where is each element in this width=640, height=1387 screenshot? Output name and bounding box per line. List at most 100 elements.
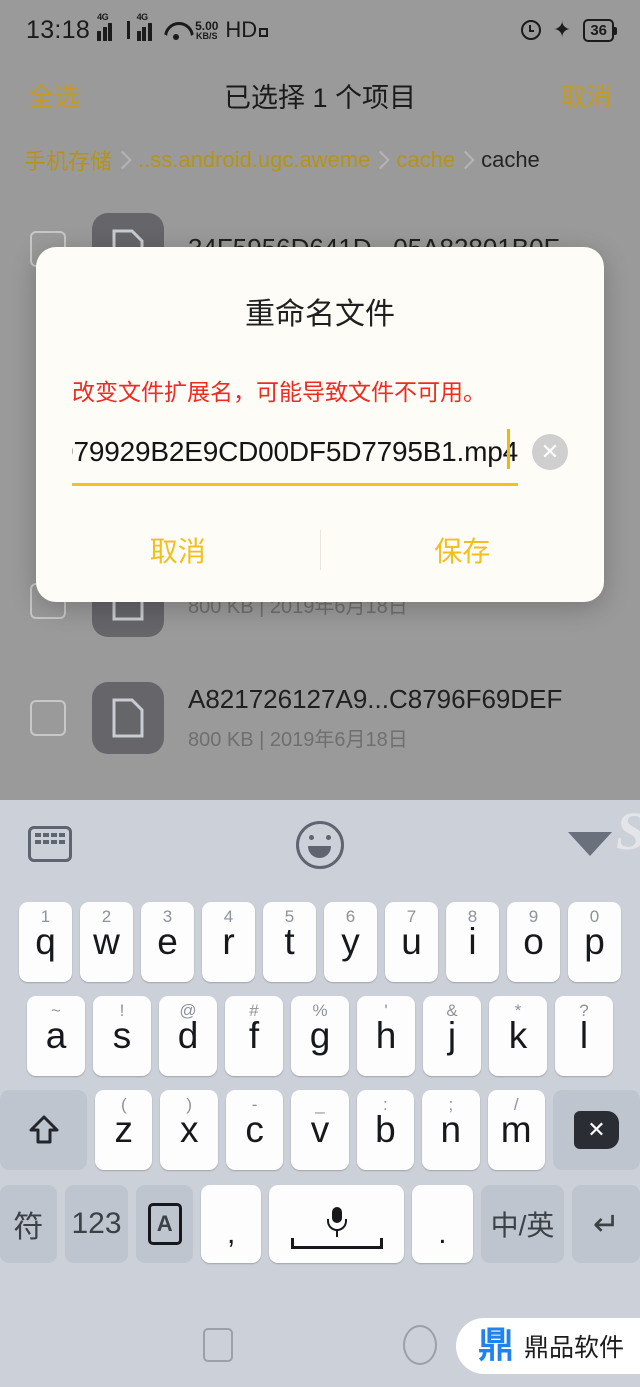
file-glyph xyxy=(112,698,144,737)
symbols-key[interactable]: 符 xyxy=(0,1185,57,1263)
signal-divider xyxy=(126,21,130,39)
keyboard-icon[interactable] xyxy=(28,826,72,862)
key-label: c xyxy=(245,1109,264,1150)
enter-key[interactable]: ↵ xyxy=(572,1185,640,1263)
dialog-cancel-button[interactable]: 取消 xyxy=(36,530,320,570)
keyboard-row-2: ~ a ! s @ d # f % g ' h & j * k ? l xyxy=(0,989,640,1083)
key-sup: 0 xyxy=(589,907,600,926)
key-sup: ' xyxy=(384,1001,388,1020)
emoji-icon[interactable] xyxy=(296,821,344,869)
key-sup: - xyxy=(251,1095,258,1114)
soft-keyboard: S 1q 2w 3e 4r 5t 6y 7u 8i 9o 0p ~a !s @d… xyxy=(0,800,640,1302)
breadcrumb-item-1[interactable]: ..ss.android.ugc.aweme xyxy=(138,147,396,173)
key-s[interactable]: ! s xyxy=(93,996,151,1076)
breadcrumb[interactable]: 手机存储 ..ss.android.ugc.aweme cache cache xyxy=(0,132,640,188)
key-label: n xyxy=(440,1109,462,1150)
file-info: A821726127A9...C8796F69DEF 800 KB | 2019… xyxy=(188,684,562,752)
bluetooth-icon: ✦ xyxy=(552,17,572,42)
backspace-key[interactable]: ✕ xyxy=(552,1090,640,1170)
key-d[interactable]: @ d xyxy=(159,996,217,1076)
key-y[interactable]: 6y xyxy=(324,902,377,982)
key-m[interactable]: / m xyxy=(487,1090,545,1170)
key-a[interactable]: ~ a xyxy=(27,996,85,1076)
key-h[interactable]: ' h xyxy=(357,996,415,1076)
dialog-save-button[interactable]: 保存 xyxy=(321,530,605,570)
key-z[interactable]: (z xyxy=(95,1090,153,1170)
comma-key[interactable]: , xyxy=(201,1185,262,1263)
key-label: k xyxy=(508,1015,528,1056)
hd-label: HD xyxy=(225,17,258,42)
key-j[interactable]: & j xyxy=(423,996,481,1076)
key-label: q xyxy=(35,921,56,962)
breadcrumb-item-0[interactable]: 手机存储 xyxy=(24,144,138,176)
table-row[interactable]: A821726127A9...C8796F69DEF 800 KB | 2019… xyxy=(0,665,640,770)
dingpin-logo-icon: 鼎 xyxy=(477,1325,514,1366)
key-sup: 6 xyxy=(345,907,356,926)
key-u[interactable]: 7u xyxy=(385,902,438,982)
clear-input-icon[interactable]: ✕ xyxy=(532,433,568,470)
file-icon xyxy=(92,681,164,754)
key-label: h xyxy=(375,1015,397,1056)
key-v[interactable]: _ v xyxy=(291,1090,349,1170)
recents-square-icon[interactable] xyxy=(203,1327,233,1362)
key-w[interactable]: 2w xyxy=(80,902,133,982)
keyboard-row-3: (z ) x -c _ v :b ; n / m ✕ xyxy=(0,1083,640,1177)
app-bar: 全选 已选择 1 个项目 取消 xyxy=(0,60,640,130)
key-label: z xyxy=(114,1109,134,1150)
key-c[interactable]: -c xyxy=(225,1090,284,1170)
key-label: w xyxy=(93,921,120,962)
key-x[interactable]: ) x xyxy=(160,1090,218,1170)
period-key[interactable]: . xyxy=(412,1185,473,1263)
dialog-title: 重命名文件 xyxy=(245,298,395,331)
signal-generation-label-2: 4G xyxy=(136,12,149,22)
breadcrumb-item-2[interactable]: cache xyxy=(396,147,481,173)
home-circle-icon[interactable] xyxy=(403,1324,437,1365)
key-e[interactable]: 3e xyxy=(141,902,194,982)
key-sup: & xyxy=(446,1001,458,1020)
shift-key[interactable] xyxy=(0,1090,88,1170)
key-label: x xyxy=(179,1109,199,1150)
space-underline xyxy=(290,1238,383,1249)
space-key[interactable] xyxy=(269,1185,405,1263)
key-sup: 2 xyxy=(101,907,112,926)
filename-input-wrap[interactable]: ✕ xyxy=(72,421,568,483)
navigation-bar: 鼎 鼎品软件 xyxy=(0,1302,640,1387)
select-all-button[interactable]: 全选 xyxy=(28,77,80,114)
alarm-icon xyxy=(520,20,541,40)
key-label: g xyxy=(309,1015,331,1056)
row-checkbox[interactable] xyxy=(30,699,66,736)
key-label: y xyxy=(341,921,360,962)
chevron-down-icon[interactable] xyxy=(568,832,612,856)
language-toggle-key[interactable]: 中/英 xyxy=(480,1185,565,1263)
file-name: A821726127A9...C8796F69DEF xyxy=(188,683,563,714)
key-k[interactable]: * k xyxy=(489,996,547,1076)
numbers-key[interactable]: 123 xyxy=(64,1185,129,1263)
key-label: f xyxy=(248,1015,260,1056)
key-b[interactable]: :b xyxy=(356,1090,415,1170)
key-sup: @ xyxy=(179,1001,197,1020)
key-q[interactable]: 1q xyxy=(19,902,72,982)
key-p[interactable]: 0p xyxy=(568,902,621,982)
key-sup: _ xyxy=(315,1095,325,1114)
input-method-key[interactable]: A xyxy=(136,1185,194,1263)
key-n[interactable]: ; n xyxy=(422,1090,480,1170)
key-i[interactable]: 8i xyxy=(446,902,499,982)
key-sup: ! xyxy=(119,1001,125,1020)
key-f[interactable]: # f xyxy=(225,996,283,1076)
key-r[interactable]: 4r xyxy=(202,902,255,982)
file-meta: 800 KB | 2019年6月18日 xyxy=(188,728,408,751)
page-title: 已选择 1 个项目 xyxy=(223,82,417,113)
key-sup: 5 xyxy=(284,907,295,926)
key-label: a xyxy=(45,1015,67,1056)
key-g[interactable]: % g xyxy=(291,996,349,1076)
key-label: m xyxy=(500,1109,532,1150)
breadcrumb-item-3[interactable]: cache xyxy=(481,147,566,173)
key-label: e xyxy=(157,921,178,962)
cancel-selection-button[interactable]: 取消 xyxy=(560,77,612,114)
key-t[interactable]: 5t xyxy=(263,902,316,982)
filename-input[interactable] xyxy=(72,435,518,468)
data-rate-unit: KB/S xyxy=(195,30,218,41)
key-l[interactable]: ? l xyxy=(555,996,613,1076)
key-o[interactable]: 9o xyxy=(507,902,560,982)
key-sup: ~ xyxy=(51,1001,61,1020)
